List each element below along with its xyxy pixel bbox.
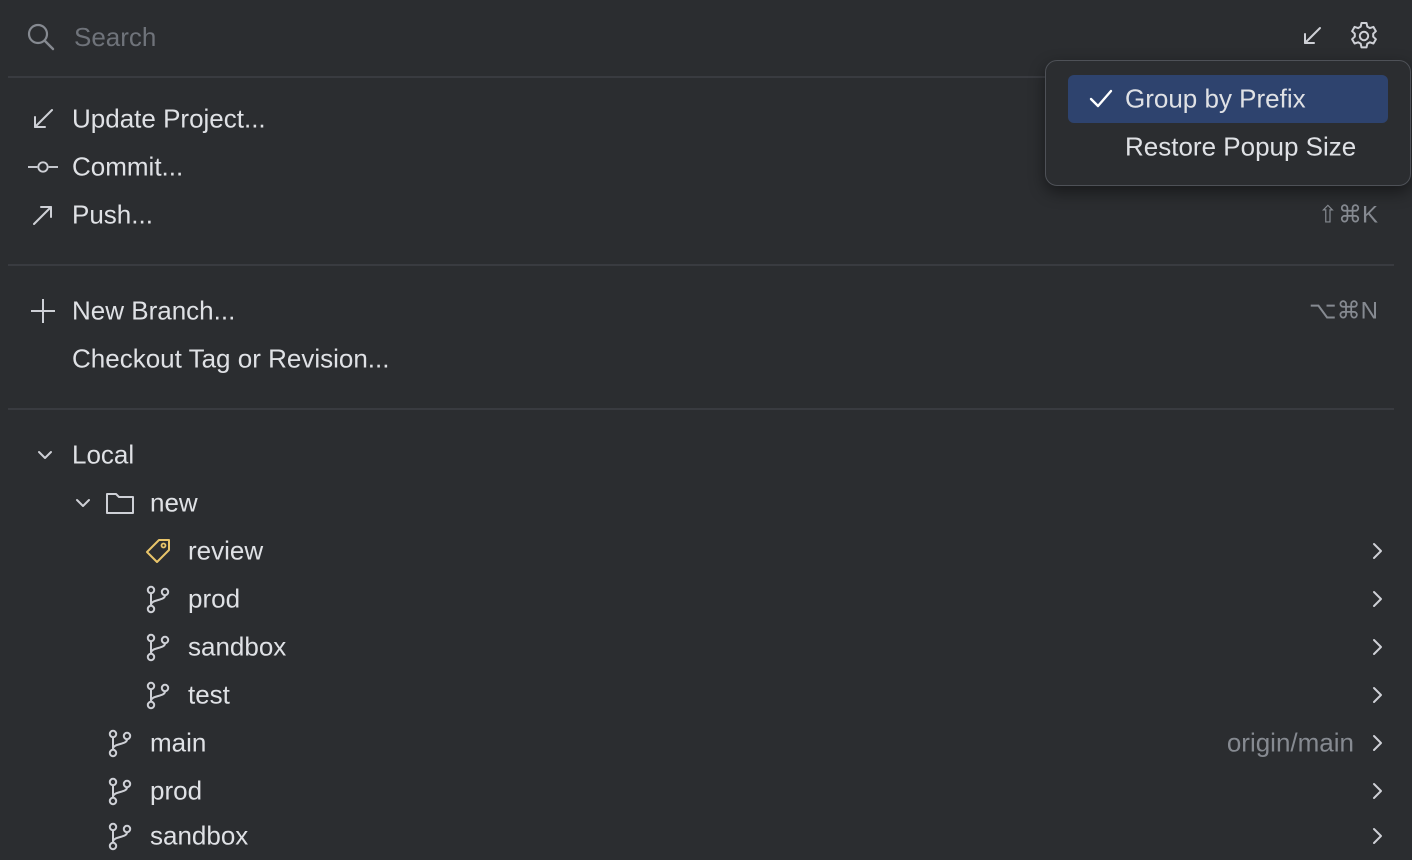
tree-node-local-label: Local: [72, 439, 135, 470]
gear-icon[interactable]: [1346, 18, 1382, 54]
branch-label: test: [188, 679, 230, 710]
branch-label: review: [188, 535, 264, 566]
update-project-label: Update Project...: [72, 103, 266, 134]
push-shortcut: ⇧⌘K: [1317, 201, 1378, 229]
chevron-right-icon[interactable]: [1366, 825, 1388, 847]
branch-icon: [105, 728, 135, 758]
push-arrow-icon: [28, 200, 58, 230]
separator: [8, 264, 1394, 266]
branch-item-sandbox[interactable]: sandbox: [0, 812, 1412, 860]
chevron-right-icon[interactable]: [1366, 540, 1388, 562]
update-arrow-icon: [28, 104, 58, 134]
tree-group-new[interactable]: new: [0, 479, 1412, 527]
search-icon: [26, 22, 56, 52]
push-item[interactable]: Push... ⇧⌘K: [0, 191, 1412, 239]
branch-label: sandbox: [188, 631, 287, 662]
new-branch-item[interactable]: New Branch... ⌥⌘N: [0, 287, 1412, 335]
branch-label: prod: [188, 583, 241, 614]
search-input[interactable]: [74, 16, 1074, 58]
commit-label: Commit...: [72, 151, 184, 182]
settings-popup-menu: Group by Prefix Restore Popup Size: [1045, 60, 1411, 186]
chevron-right-icon[interactable]: [1366, 684, 1388, 706]
branch-label: main: [150, 727, 207, 758]
tag-icon: [143, 536, 173, 566]
branch-icon: [143, 632, 173, 662]
branch-icon: [143, 680, 173, 710]
tree-node-local[interactable]: Local: [0, 431, 1412, 479]
chevron-right-icon[interactable]: [1366, 732, 1388, 754]
branch-icon: [143, 584, 173, 614]
chevron-right-icon[interactable]: [1366, 636, 1388, 658]
branch-item-main[interactable]: main origin/main: [0, 719, 1412, 767]
branch-item-review[interactable]: review: [0, 527, 1412, 575]
chevron-down-icon[interactable]: [30, 440, 60, 470]
tracking-branch-label: origin/main: [1226, 727, 1354, 758]
branch-label: sandbox: [150, 820, 249, 851]
plus-icon: [28, 296, 58, 326]
new-branch-label: New Branch...: [72, 295, 236, 326]
menu-item-label: Restore Popup Size: [1125, 131, 1357, 162]
tree-group-new-label: new: [150, 487, 198, 518]
collapse-icon[interactable]: [1294, 18, 1330, 54]
new-branch-shortcut: ⌥⌘N: [1309, 297, 1378, 325]
branch-icon: [105, 821, 135, 851]
menu-item-label: Group by Prefix: [1125, 83, 1306, 114]
chevron-right-icon[interactable]: [1366, 588, 1388, 610]
separator: [8, 408, 1394, 410]
branch-icon: [105, 776, 135, 806]
chevron-right-icon[interactable]: [1366, 780, 1388, 802]
menu-item-restore-popup-size[interactable]: Restore Popup Size: [1068, 123, 1388, 171]
branch-item-sandbox[interactable]: sandbox: [0, 623, 1412, 671]
checkout-tag-item[interactable]: Checkout Tag or Revision...: [0, 335, 1412, 383]
menu-item-group-by-prefix[interactable]: Group by Prefix: [1068, 75, 1388, 123]
branch-item-prod[interactable]: prod: [0, 767, 1412, 815]
push-label: Push...: [72, 199, 153, 230]
commit-icon: [28, 152, 58, 182]
branch-label: prod: [150, 775, 203, 806]
folder-icon: [105, 488, 135, 518]
branch-item-test[interactable]: test: [0, 671, 1412, 719]
branch-item-prod[interactable]: prod: [0, 575, 1412, 623]
chevron-down-icon[interactable]: [68, 488, 98, 518]
checkout-tag-label: Checkout Tag or Revision...: [72, 343, 390, 374]
checkmark-icon: [1088, 86, 1114, 112]
